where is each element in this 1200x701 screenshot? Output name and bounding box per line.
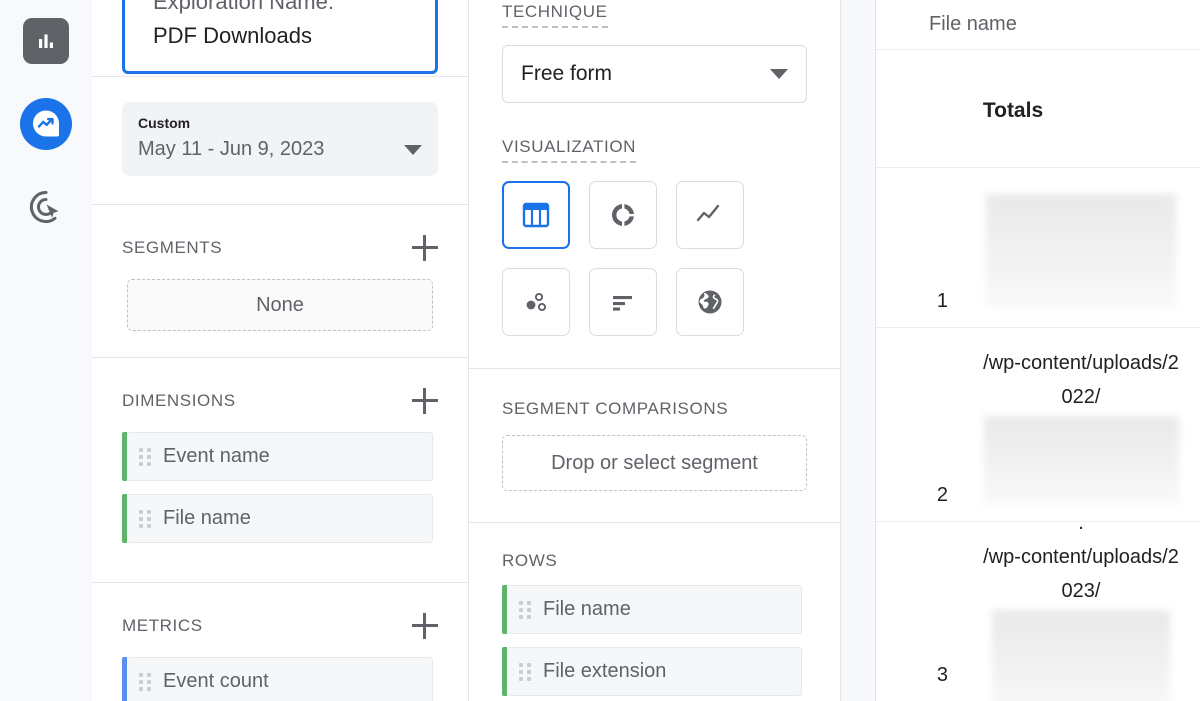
totals-label: Totals [982, 98, 1044, 122]
drag-handle-icon[interactable] [139, 510, 151, 528]
metric-chip-event-count[interactable]: Event count [122, 657, 433, 701]
row-index: 1 [936, 290, 948, 312]
rows-chip-file-name[interactable]: File name [502, 585, 802, 634]
metrics-section: METRICS Event count [92, 583, 468, 701]
rows-chip-label: File extension [543, 660, 667, 682]
exploration-name-label: Exploration Name: [153, 0, 334, 14]
row-file-name: /wp-content/uploads/2022/ . [954, 328, 1200, 534]
table-row[interactable]: 2 /wp-content/uploads/2022/ . [876, 328, 1200, 534]
date-range-preset-label: Custom [138, 115, 191, 131]
dimensions-section: DIMENSIONS Event name File name [92, 358, 468, 582]
add-segment-button[interactable] [412, 235, 438, 261]
visualization-section: VISUALIZATION [469, 137, 840, 336]
dimension-chip-label: File name [163, 507, 251, 529]
dimension-color-bar [502, 585, 507, 634]
tab-settings-panel: TECHNIQUE Free form VISUALIZATION SEGMEN… [469, 0, 841, 701]
divider [469, 368, 840, 369]
metric-chip-label: Event count [163, 670, 269, 692]
segment-comparisons-title: SEGMENT COMPARISONS [502, 399, 729, 418]
technique-select[interactable]: Free form [502, 45, 807, 103]
drag-handle-icon[interactable] [519, 601, 531, 619]
table-row[interactable]: 3 /wp-content/uploads/2023/ [876, 522, 1200, 701]
date-range-selector[interactable]: Custom May 11 - Jun 9, 2023 [122, 102, 438, 176]
drag-handle-icon[interactable] [139, 673, 151, 691]
table-column-header-file-name[interactable]: File name [876, 0, 1200, 50]
drag-handle-icon[interactable] [519, 663, 531, 681]
segment-comparisons-section: SEGMENT COMPARISONS Drop or select segme… [469, 399, 840, 491]
redacted-value [992, 610, 1170, 701]
segments-section: SEGMENTS None [92, 205, 468, 357]
dimension-color-bar [122, 494, 127, 543]
rows-title: ROWS [502, 551, 558, 570]
dimensions-title: DIMENSIONS [122, 391, 236, 410]
technique-section: TECHNIQUE Free form [469, 0, 840, 103]
viz-option-donut-chart[interactable] [589, 181, 657, 249]
viz-option-geo-map[interactable] [676, 268, 744, 336]
row-file-name-text: /wp-content/uploads/2023/ [983, 546, 1179, 602]
metrics-title: METRICS [122, 616, 203, 635]
viz-option-line-chart[interactable] [676, 181, 744, 249]
add-metric-button[interactable] [412, 613, 438, 639]
segments-title: SEGMENTS [122, 238, 223, 257]
explore-icon[interactable] [20, 98, 72, 150]
exploration-name-field[interactable]: Exploration Name: PDF Downloads [122, 0, 438, 74]
viz-option-free-form-table[interactable] [502, 181, 570, 249]
redacted-value [983, 416, 1179, 506]
row-file-name: /wp-content/uploads/2023/ [954, 522, 1200, 701]
dimension-chip-label: Event name [163, 445, 270, 467]
technique-title: TECHNIQUE [502, 2, 608, 28]
technique-value: Free form [521, 62, 613, 85]
left-nav-rail [0, 0, 92, 701]
ga4-explore-screen: Exploration Name: PDF Downloads Custom M… [0, 0, 1200, 701]
report-table: File name Totals 1 2 /wp-content/uploads… [875, 0, 1200, 701]
viz-option-bar-chart[interactable] [589, 268, 657, 336]
dimension-color-bar [502, 647, 507, 696]
table-row[interactable]: 1 [876, 168, 1200, 328]
metric-color-bar [122, 657, 127, 701]
date-range-value: May 11 - Jun 9, 2023 [138, 138, 325, 160]
row-file-name-text: /wp-content/uploads/2022/ [983, 352, 1179, 408]
rows-section: ROWS File name File extension [469, 551, 840, 696]
visualization-title: VISUALIZATION [502, 137, 637, 163]
dimension-color-bar [122, 432, 127, 481]
divider [469, 522, 840, 523]
segment-comparisons-dropzone[interactable]: Drop or select segment [502, 435, 807, 491]
variables-panel: Exploration Name: PDF Downloads Custom M… [92, 0, 469, 701]
date-range-section: Custom May 11 - Jun 9, 2023 [92, 77, 468, 204]
chevron-down-icon [770, 69, 788, 79]
drag-handle-icon[interactable] [139, 448, 151, 466]
reports-icon[interactable] [23, 18, 69, 64]
row-file-name [954, 168, 1200, 327]
chevron-down-icon [404, 145, 422, 155]
redacted-value [986, 194, 1176, 309]
row-index: 2 [936, 484, 948, 506]
rows-chip-label: File name [543, 598, 631, 620]
panel-gap [841, 0, 875, 701]
dimension-chip-event-name[interactable]: Event name [122, 432, 433, 481]
row-index: 3 [936, 664, 948, 686]
add-dimension-button[interactable] [412, 388, 438, 414]
viz-option-scatter-chart[interactable] [502, 268, 570, 336]
exploration-name-value: PDF Downloads [153, 23, 312, 48]
dimension-chip-file-name[interactable]: File name [122, 494, 433, 543]
table-row-totals: Totals [876, 50, 1200, 168]
segments-empty-state[interactable]: None [127, 279, 433, 331]
advertising-icon[interactable] [23, 184, 69, 230]
rows-chip-file-extension[interactable]: File extension [502, 647, 802, 696]
